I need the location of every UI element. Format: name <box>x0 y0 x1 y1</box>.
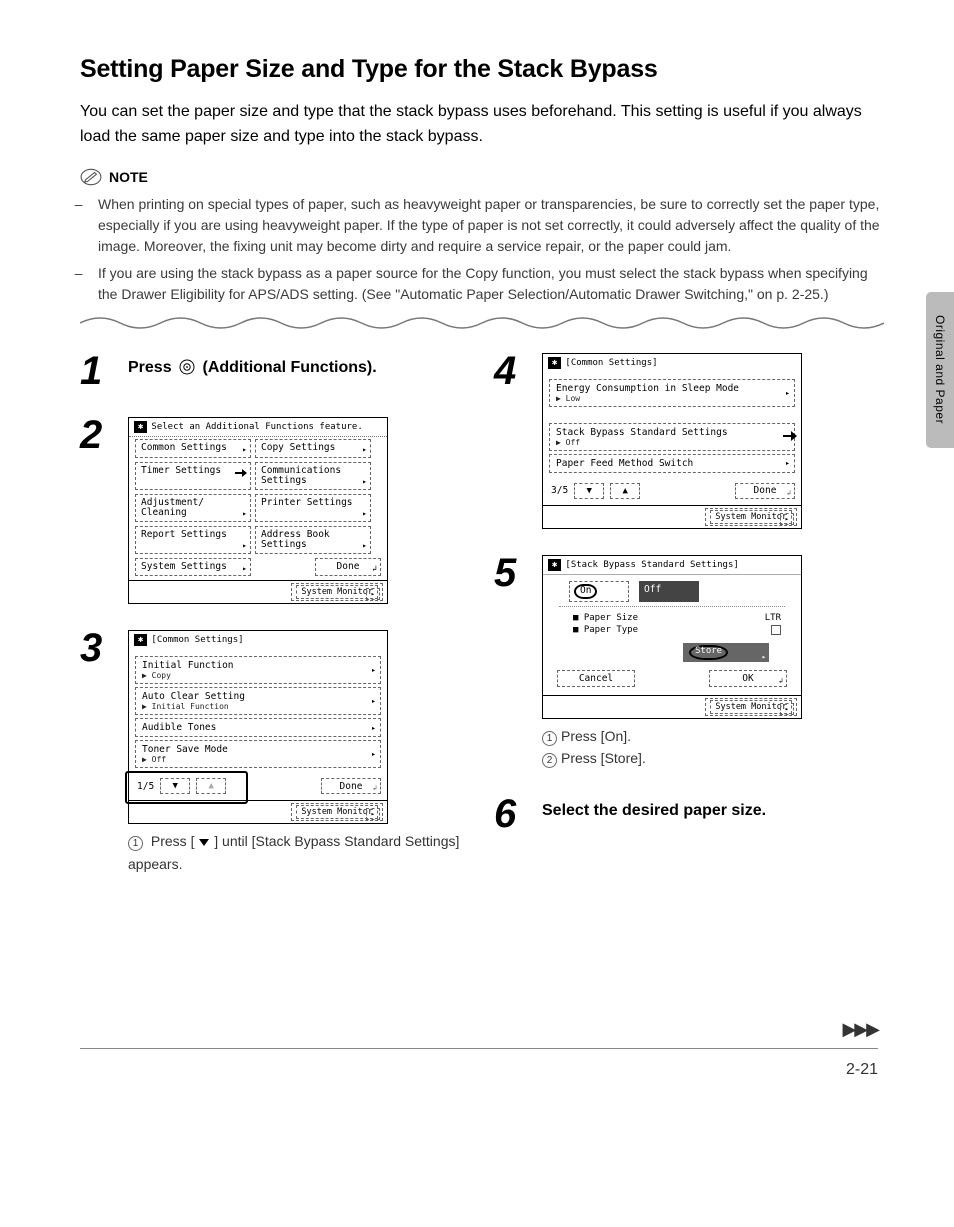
system-monitor-button[interactable]: System Monitor▸ <box>705 698 797 716</box>
menu-system-settings[interactable]: System Settings▸ <box>135 558 251 577</box>
lcd-common-settings-p1: ✱ [Common Settings] Initial Function▶ Cop… <box>128 630 388 824</box>
down-arrow-key-icon <box>198 836 210 848</box>
menu-address-book-settings[interactable]: Address Book Settings▸ <box>255 526 371 554</box>
pointer-hand-icon <box>782 428 796 440</box>
note-list: When printing on special types of paper,… <box>80 194 884 305</box>
step-number: 2 <box>80 415 108 455</box>
system-monitor-button[interactable]: System Monitor▸ <box>291 803 383 821</box>
step-1-text-b: (Additional Functions). <box>203 359 377 376</box>
step5-sub2: Press [Store]. <box>561 750 646 766</box>
menu-communications-settings[interactable]: Communications Settings▸ <box>255 462 371 490</box>
step-5: 5 ✱ [Stack Bypass Standard Settings] On O… <box>494 553 884 770</box>
gear-tab-icon: ✱ <box>134 634 147 646</box>
note-label: NOTE <box>109 169 148 185</box>
lcd3-title: [Common Settings] <box>151 635 243 645</box>
row-stack-bypass-standard-settings[interactable]: Stack Bypass Standard Settings▶ Off <box>549 423 795 451</box>
step-6-title: Select the desired paper size. <box>542 802 766 819</box>
section-heading: Setting Paper Size and Type for the Stac… <box>80 55 884 84</box>
row-initial-function[interactable]: Initial Function▶ Copy▸ <box>135 656 381 684</box>
gear-tab-icon: ✱ <box>134 421 147 433</box>
store-button[interactable]: Store▸ <box>683 643 769 662</box>
page-indicator: 1/5 <box>137 781 154 792</box>
system-monitor-button[interactable]: System Monitor▸ <box>291 583 383 601</box>
step-1: 1 Press (Additional Functions). <box>80 351 470 391</box>
circled-one-icon: 1 <box>128 836 143 851</box>
menu-copy-settings[interactable]: Copy Settings▸ <box>255 439 371 458</box>
menu-adjustment-cleaning[interactable]: Adjustment/ Cleaning▸ <box>135 494 251 522</box>
menu-common-settings[interactable]: Common Settings▸ <box>135 439 251 458</box>
page-down-button[interactable]: ▼ <box>160 778 190 794</box>
page-down-button[interactable]: ▼ <box>574 483 604 499</box>
option-on[interactable]: On <box>569 581 629 603</box>
step-number: 4 <box>494 351 522 391</box>
step-1-text-a: Press <box>128 359 176 376</box>
step-number: 3 <box>80 628 108 668</box>
step-number: 6 <box>494 794 522 834</box>
lcd-stack-bypass-standard-settings: ✱ [Stack Bypass Standard Settings] On Off… <box>542 555 802 720</box>
note-item: If you are using the stack bypass as a p… <box>98 263 884 305</box>
done-button[interactable]: Done↲ <box>321 778 381 794</box>
chapter-side-tab: Original and Paper <box>926 292 954 448</box>
step-number: 5 <box>494 553 522 593</box>
page-number: 2-21 <box>846 1057 878 1079</box>
step-6: 6 Select the desired paper size. <box>494 794 884 834</box>
page-up-button[interactable]: ▲ <box>610 483 640 499</box>
lcd2-header: Select an Additional Functions feature. <box>151 422 362 432</box>
circled-two-icon: 2 <box>542 753 557 768</box>
step5-sub1: Press [On]. <box>561 728 631 744</box>
option-off[interactable]: Off <box>639 581 699 603</box>
lcd-common-settings-p3: ✱ [Common Settings] Energy Consumption in… <box>542 353 802 529</box>
wavy-divider <box>80 313 884 331</box>
step-2: 2 ✱ Select an Additional Functions featur… <box>80 415 470 605</box>
row-energy-consumption[interactable]: Energy Consumption in Sleep Mode▶ Low▸ <box>549 379 795 407</box>
lcd-additional-functions: ✱ Select an Additional Functions feature.… <box>128 417 388 605</box>
intro-paragraph: You can set the paper size and type that… <box>80 100 884 150</box>
row-auto-clear-setting[interactable]: Auto Clear Setting▶ Initial Function▸ <box>135 687 381 715</box>
menu-timer-settings[interactable]: Timer Settings <box>135 462 251 490</box>
menu-printer-settings[interactable]: Printer Settings▸ <box>255 494 371 522</box>
paper-type-icon <box>771 625 781 635</box>
pointer-hand-icon <box>234 466 248 478</box>
paper-size-value: LTR <box>765 613 781 623</box>
paper-type-label: ■ Paper Type <box>573 625 638 635</box>
row-paper-feed-method[interactable]: Paper Feed Method Switch▸ <box>549 454 795 473</box>
system-monitor-button[interactable]: System Monitor▸ <box>705 508 797 526</box>
footer-rule <box>80 1048 878 1049</box>
circled-one-icon: 1 <box>542 731 557 746</box>
step-number: 1 <box>80 351 108 391</box>
menu-report-settings[interactable]: Report Settings▸ <box>135 526 251 554</box>
chapter-tab-label: Original and Paper <box>933 315 947 424</box>
additional-functions-key-icon <box>179 359 195 375</box>
continue-arrows-icon: ▶▶▶ <box>842 1019 878 1040</box>
note-item: When printing on special types of paper,… <box>98 194 884 257</box>
gear-tab-icon: ✱ <box>548 559 561 571</box>
paper-size-label: ■ Paper Size <box>573 613 638 623</box>
ok-button[interactable]: OK↲ <box>709 670 787 687</box>
cancel-button[interactable]: Cancel <box>557 670 635 687</box>
step-3: 3 ✱ [Common Settings] Initial Function▶ C… <box>80 628 470 875</box>
row-toner-save-mode[interactable]: Toner Save Mode▶ Off▸ <box>135 740 381 768</box>
page-indicator: 3/5 <box>551 485 568 496</box>
step3-sub-a: Press [ <box>151 833 195 849</box>
step-4: 4 ✱ [Common Settings] Energy Consumption … <box>494 351 884 529</box>
row-audible-tones[interactable]: Audible Tones▸ <box>135 718 381 737</box>
lcd5-title: [Stack Bypass Standard Settings] <box>565 560 738 570</box>
done-button[interactable]: Done↲ <box>735 483 795 499</box>
gear-tab-icon: ✱ <box>548 357 561 369</box>
done-button[interactable]: Done↲ <box>315 558 381 577</box>
lcd4-title: [Common Settings] <box>565 358 657 368</box>
page-up-button[interactable]: ▲ <box>196 778 226 794</box>
pencil-note-icon <box>80 168 102 186</box>
